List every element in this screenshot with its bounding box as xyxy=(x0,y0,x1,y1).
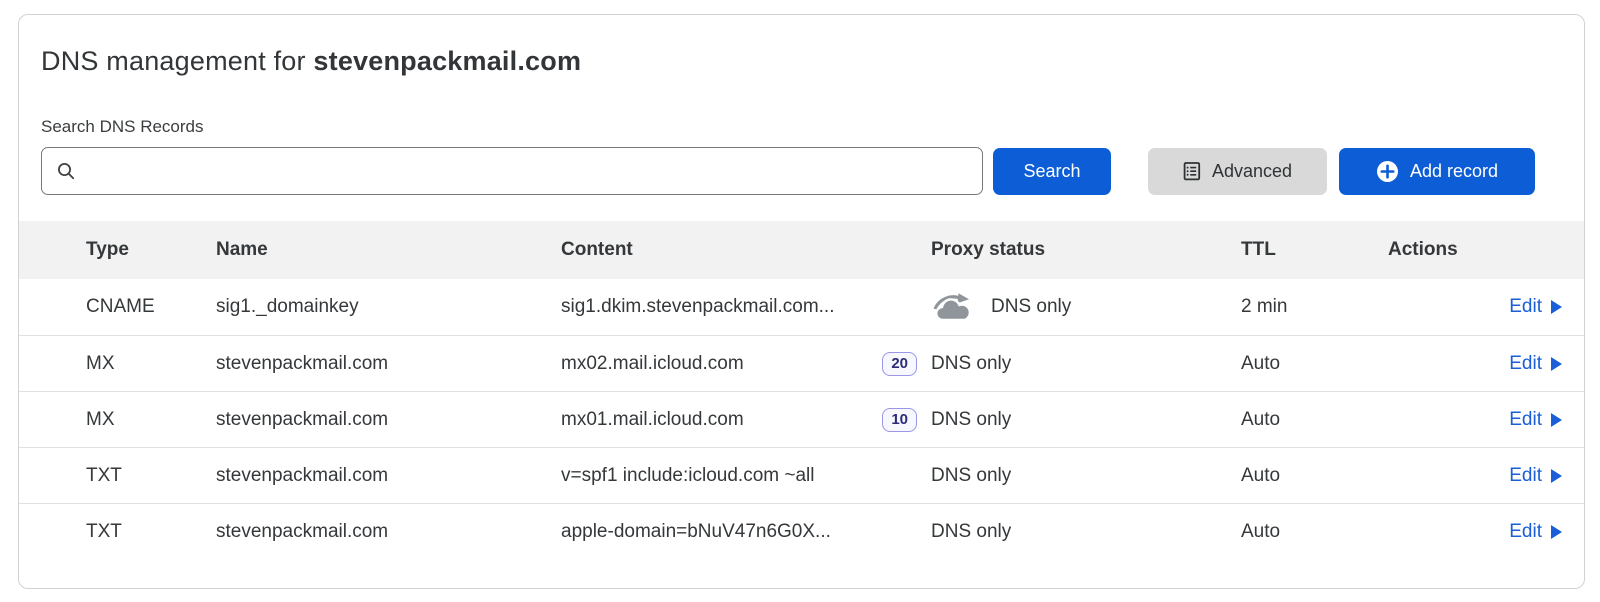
record-content: mx02.mail.icloud.com 20 xyxy=(561,352,931,376)
search-label: Search DNS Records xyxy=(41,117,1584,137)
proxy-status-label: DNS only xyxy=(931,353,1011,375)
record-actions: Edit xyxy=(1388,465,1562,487)
proxy-status-label: DNS only xyxy=(931,409,1011,431)
record-name: stevenpackmail.com xyxy=(216,521,561,543)
proxy-status-label: DNS only xyxy=(931,521,1011,543)
edit-record-link[interactable]: Edit xyxy=(1509,409,1562,431)
edit-record-link[interactable]: Edit xyxy=(1509,465,1562,487)
edit-record-link[interactable]: Edit xyxy=(1509,296,1562,318)
record-actions: Edit xyxy=(1388,353,1562,375)
search-row: Search Advanced Add record xyxy=(41,147,1584,195)
record-name: stevenpackmail.com xyxy=(216,353,561,375)
table-row: TXT stevenpackmail.com apple-domain=bNuV… xyxy=(19,503,1584,559)
cloud-arrow-icon xyxy=(931,292,975,322)
record-content: sig1.dkim.stevenpackmail.com... xyxy=(561,296,931,318)
add-record-button[interactable]: Add record xyxy=(1339,148,1535,195)
search-button[interactable]: Search xyxy=(993,148,1111,195)
dns-records-table: Type Name Content Proxy status TTL Actio… xyxy=(19,221,1584,559)
record-proxy-status: DNS only xyxy=(931,353,1241,375)
add-record-button-label: Add record xyxy=(1410,161,1498,182)
search-icon xyxy=(56,161,76,181)
edit-caret-icon xyxy=(1551,300,1562,314)
record-name: stevenpackmail.com xyxy=(216,465,561,487)
page-title: DNS management for stevenpackmail.com xyxy=(41,46,1584,77)
column-header-type: Type xyxy=(86,239,216,261)
edit-record-link[interactable]: Edit xyxy=(1509,521,1562,543)
page-title-domain: stevenpackmail.com xyxy=(313,46,581,76)
record-ttl: Auto xyxy=(1241,409,1388,431)
record-name: sig1._domainkey xyxy=(216,296,561,318)
record-proxy-status: DNS only xyxy=(931,465,1241,487)
record-content: v=spf1 include:icloud.com ~all xyxy=(561,465,931,487)
column-header-proxy-status: Proxy status xyxy=(931,239,1241,261)
edit-caret-icon xyxy=(1551,469,1562,483)
edit-caret-icon xyxy=(1551,413,1562,427)
column-header-actions: Actions xyxy=(1388,239,1562,261)
edit-caret-icon xyxy=(1551,357,1562,371)
record-actions: Edit xyxy=(1388,521,1562,543)
search-input[interactable] xyxy=(86,161,968,182)
record-type: TXT xyxy=(86,521,216,543)
table-row: CNAME sig1._domainkey sig1.dkim.stevenpa… xyxy=(19,279,1584,335)
page-title-prefix: DNS management for xyxy=(41,46,306,76)
record-ttl: Auto xyxy=(1241,353,1388,375)
record-type: MX xyxy=(86,353,216,375)
plus-circle-icon xyxy=(1376,160,1399,183)
mx-priority-badge: 10 xyxy=(882,408,917,432)
mx-priority-badge: 20 xyxy=(882,352,917,376)
list-document-icon xyxy=(1183,161,1201,181)
proxy-status-label: DNS only xyxy=(931,465,1011,487)
edit-caret-icon xyxy=(1551,525,1562,539)
search-input-wrapper xyxy=(41,147,983,195)
record-content: apple-domain=bNuV47n6G0X... xyxy=(561,521,931,543)
record-proxy-status: DNS only xyxy=(931,521,1241,543)
column-header-name: Name xyxy=(216,239,561,261)
record-type: CNAME xyxy=(86,296,216,318)
record-ttl: Auto xyxy=(1241,521,1388,543)
record-proxy-status: DNS only xyxy=(931,409,1241,431)
advanced-button[interactable]: Advanced xyxy=(1148,148,1327,195)
record-ttl: Auto xyxy=(1241,465,1388,487)
table-row: MX stevenpackmail.com mx01.mail.icloud.c… xyxy=(19,391,1584,447)
record-name: stevenpackmail.com xyxy=(216,409,561,431)
table-row: TXT stevenpackmail.com v=spf1 include:ic… xyxy=(19,447,1584,503)
proxy-status-label: DNS only xyxy=(991,296,1071,318)
table-row: MX stevenpackmail.com mx02.mail.icloud.c… xyxy=(19,335,1584,391)
record-proxy-status: DNS only xyxy=(931,292,1241,322)
record-actions: Edit xyxy=(1388,409,1562,431)
record-actions: Edit xyxy=(1388,296,1562,318)
record-type: TXT xyxy=(86,465,216,487)
table-header-row: Type Name Content Proxy status TTL Actio… xyxy=(19,221,1584,279)
record-ttl: 2 min xyxy=(1241,296,1388,318)
record-type: MX xyxy=(86,409,216,431)
advanced-button-label: Advanced xyxy=(1212,161,1292,182)
dns-management-card: DNS management for stevenpackmail.com Se… xyxy=(18,14,1585,589)
column-header-content: Content xyxy=(561,239,931,261)
edit-record-link[interactable]: Edit xyxy=(1509,353,1562,375)
column-header-ttl: TTL xyxy=(1241,239,1388,261)
record-content: mx01.mail.icloud.com 10 xyxy=(561,408,931,432)
